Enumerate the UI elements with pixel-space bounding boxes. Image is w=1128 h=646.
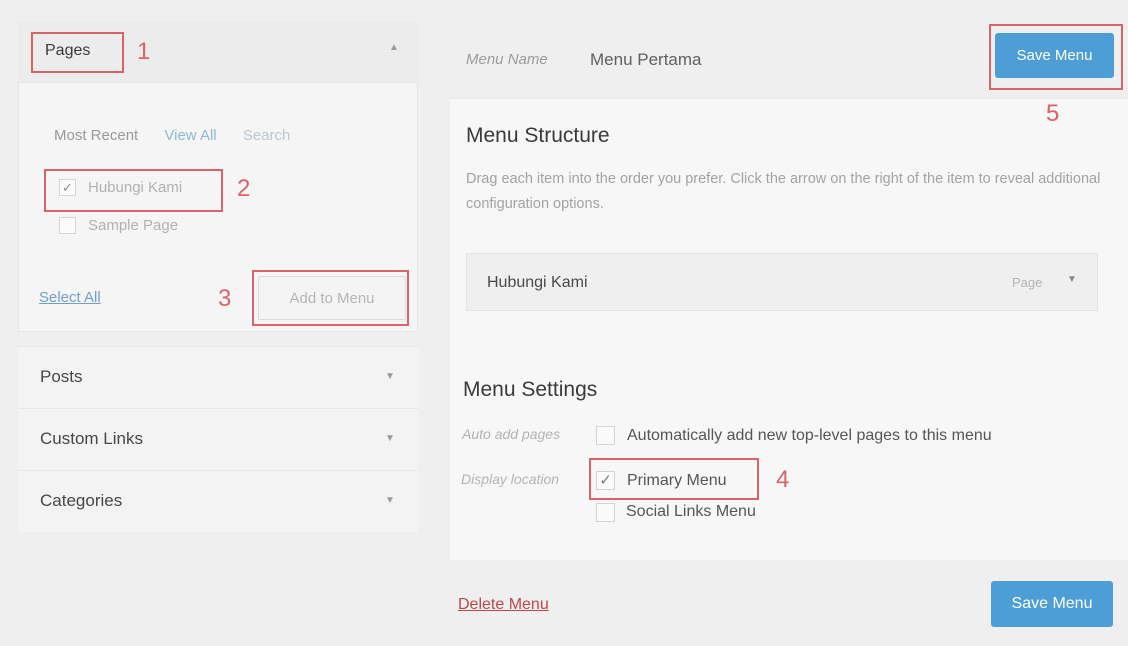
- chevron-down-icon[interactable]: ▼: [1067, 274, 1077, 285]
- menu-name-input[interactable]: Menu Pertama: [590, 50, 702, 70]
- menu-item-type: Page: [1012, 275, 1043, 290]
- accordion-label: Categories: [40, 491, 123, 510]
- annotation-box-3: [252, 270, 409, 326]
- page-item-sample-page[interactable]: Sample Page: [59, 217, 178, 234]
- accordion-custom-links[interactable]: Custom Links ▼: [18, 408, 418, 470]
- annotation-box-2: [44, 169, 223, 212]
- tab-view-all[interactable]: View All: [164, 127, 216, 144]
- save-menu-button-bottom[interactable]: Save Menu: [991, 581, 1113, 627]
- menu-structure-description: Drag each item into the order you prefer…: [466, 171, 1101, 213]
- menu-name-label: Menu Name: [466, 51, 548, 68]
- accordion-label: Posts: [40, 367, 83, 386]
- location-social-checkbox[interactable]: [596, 503, 615, 522]
- chevron-down-icon[interactable]: ▼: [385, 495, 395, 506]
- accordion-categories[interactable]: Categories ▼: [18, 470, 418, 532]
- accordion-posts[interactable]: Posts ▼: [18, 346, 418, 408]
- annotation-number-4: 4: [776, 466, 790, 493]
- menu-item-hubungi-kami[interactable]: Hubungi Kami Page ▼: [466, 253, 1098, 311]
- checkbox[interactable]: [59, 217, 76, 234]
- auto-add-text: Automatically add new top-level pages to…: [627, 427, 992, 444]
- annotation-box-5: [989, 24, 1123, 90]
- menu-settings-heading: Menu Settings: [463, 378, 598, 401]
- page-item-label: Sample Page: [88, 217, 179, 234]
- chevron-down-icon[interactable]: ▼: [385, 433, 395, 444]
- menu-structure-heading: Menu Structure: [466, 124, 610, 147]
- auto-add-label: Auto add pages: [462, 426, 561, 442]
- accordion-label: Custom Links: [40, 429, 143, 448]
- annotation-number-5: 5: [1046, 100, 1060, 127]
- location-social-links-menu: Social Links Menu: [626, 503, 756, 520]
- tab-most-recent[interactable]: Most Recent: [54, 127, 138, 144]
- annotation-box-1: [31, 32, 124, 73]
- annotation-box-4: [589, 458, 759, 500]
- tab-search[interactable]: Search: [243, 127, 291, 144]
- chevron-down-icon[interactable]: ▼: [385, 371, 395, 382]
- annotation-number-2: 2: [237, 175, 251, 202]
- delete-menu-link[interactable]: Delete Menu: [458, 596, 549, 614]
- auto-add-checkbox[interactable]: [596, 426, 615, 445]
- annotation-number-1: 1: [137, 38, 151, 65]
- pages-tabs: Most Recent View All Search: [54, 127, 312, 144]
- display-location-label: Display location: [461, 471, 560, 487]
- chevron-up-icon[interactable]: ▲: [389, 42, 399, 53]
- menu-item-title: Hubungi Kami: [487, 274, 588, 291]
- select-all-link[interactable]: Select All: [39, 289, 101, 306]
- annotation-number-3: 3: [218, 285, 232, 312]
